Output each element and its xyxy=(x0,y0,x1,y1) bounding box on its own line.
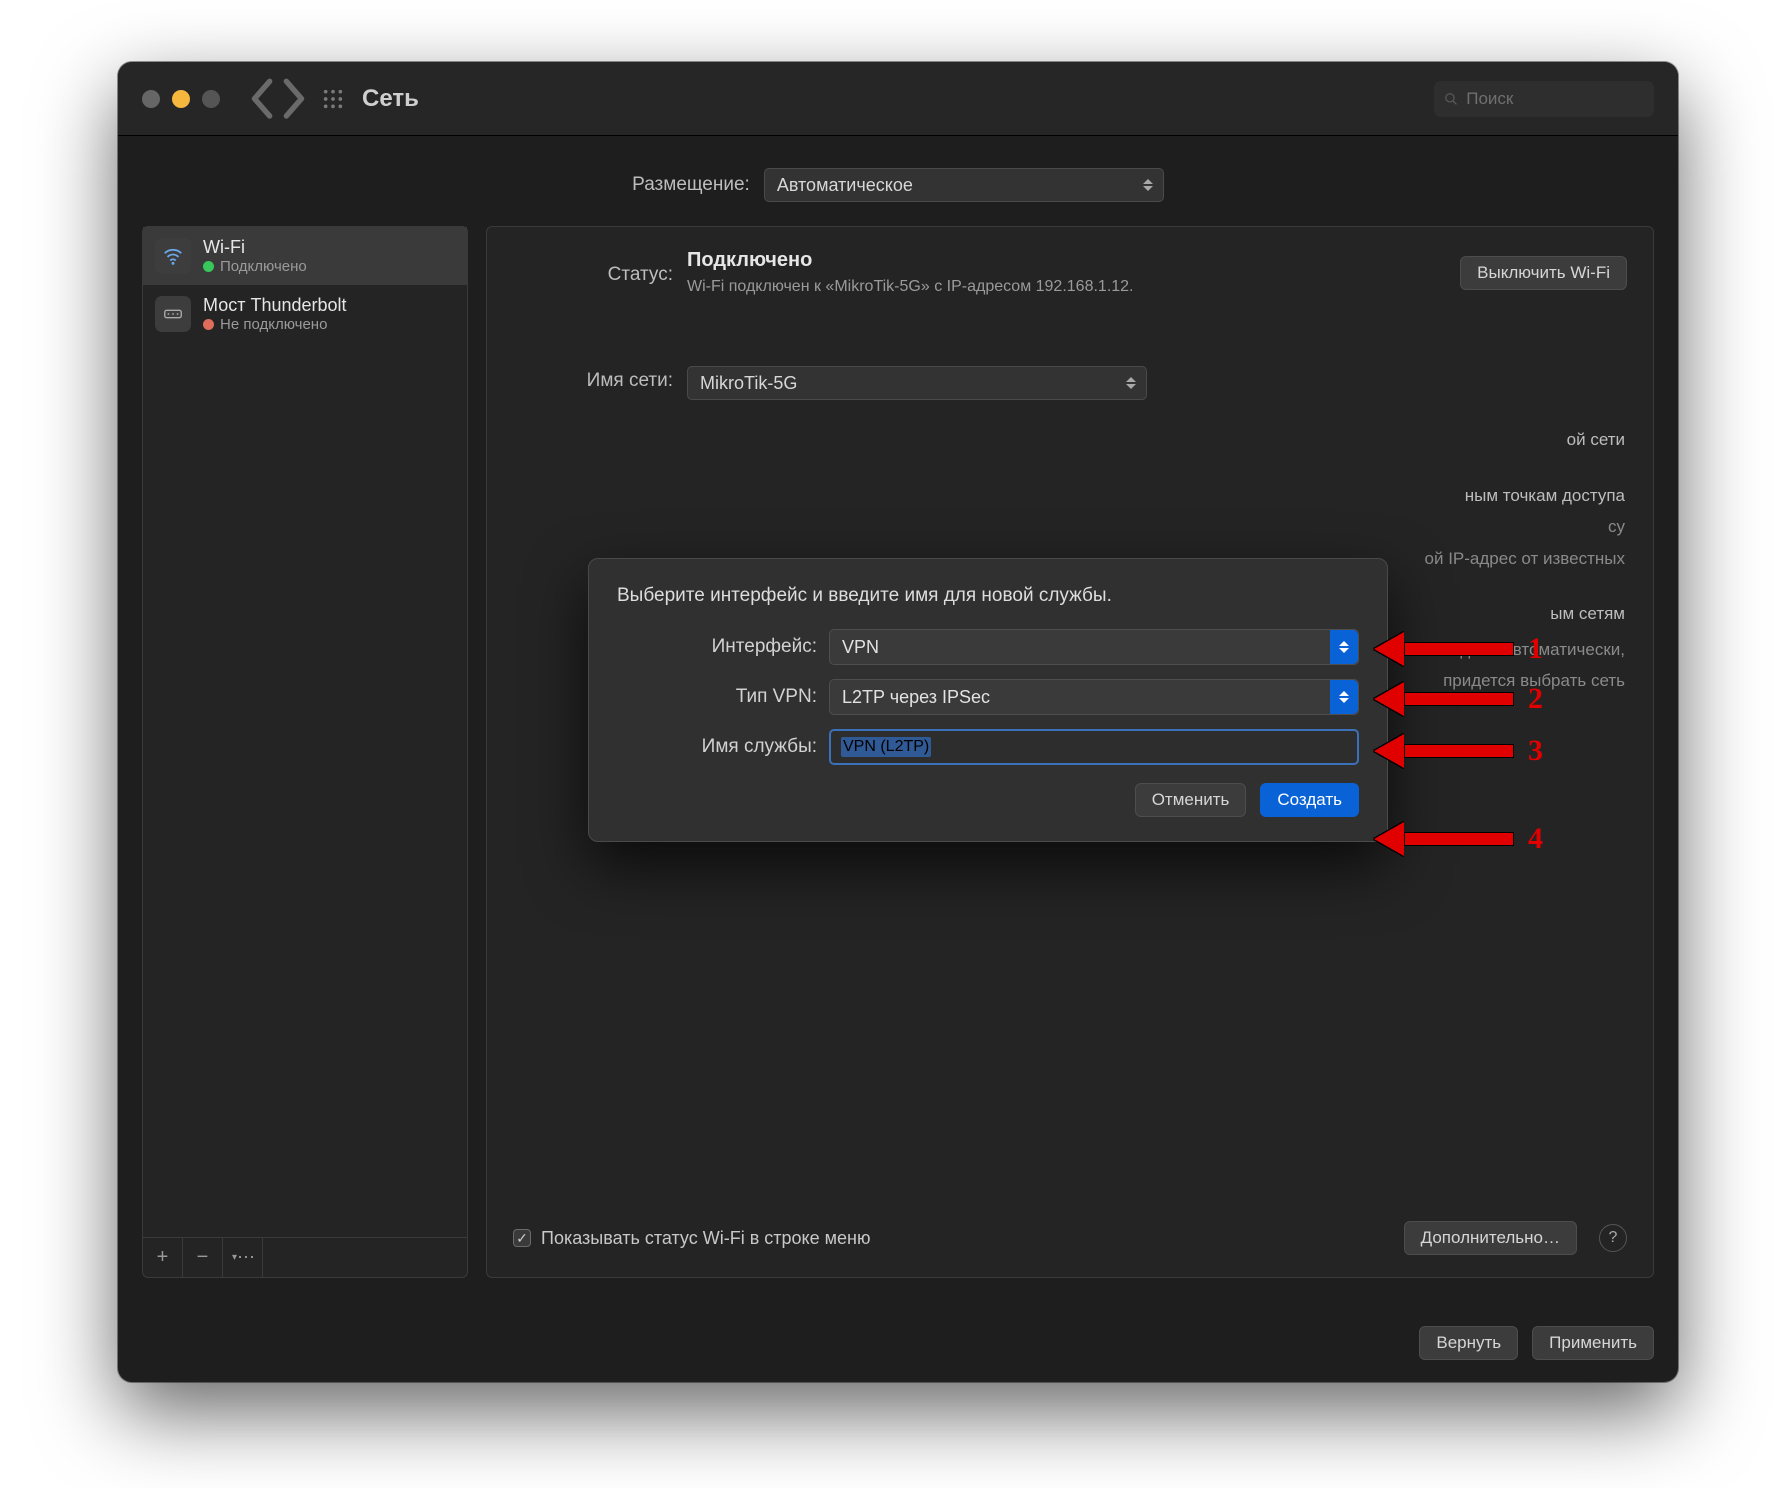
status-row: Статус: Подключено Wi-Fi подключен к «Mi… xyxy=(513,249,1627,296)
location-value: Автоматическое xyxy=(777,175,913,196)
advanced-button[interactable]: Дополнительно… xyxy=(1404,1221,1577,1255)
status-value: Подключено xyxy=(687,249,1446,272)
show-wifi-status-checkbox[interactable]: ✓ xyxy=(513,1229,531,1247)
network-name-value: MikroTik-5G xyxy=(700,373,797,394)
sidebar-bottom-bar: + − ▾ xyxy=(143,1237,467,1277)
network-name-select[interactable]: MikroTik-5G xyxy=(687,366,1147,400)
preferences-window: Сеть Размещение: Автоматическое Wi-Fi xyxy=(118,62,1678,1382)
nav-buttons xyxy=(248,86,308,112)
minimize-window-button[interactable] xyxy=(172,90,190,108)
service-name-value: VPN (L2TP) xyxy=(841,737,931,757)
service-name-row: Имя службы: VPN (L2TP) xyxy=(617,729,1359,765)
network-name-row: Имя сети: MikroTik-5G xyxy=(513,366,1627,400)
sidebar-item-name: Мост Thunderbolt xyxy=(203,295,347,316)
search-input[interactable] xyxy=(1466,89,1644,109)
sidebar-item-name: Wi-Fi xyxy=(203,237,307,258)
service-name-field[interactable]: VPN (L2TP) xyxy=(829,729,1359,765)
turn-off-wifi-button[interactable]: Выключить Wi-Fi xyxy=(1460,256,1627,290)
remove-service-button[interactable]: − xyxy=(183,1238,223,1278)
interface-row: Интерфейс: VPN xyxy=(617,629,1359,665)
search-field[interactable] xyxy=(1434,81,1654,117)
status-label: Статус: xyxy=(513,260,673,286)
interface-label: Интерфейс: xyxy=(617,636,817,658)
show-wifi-status-row: ✓ Показывать статус Wi-Fi в строке меню … xyxy=(513,1221,1627,1255)
sidebar-item-wifi[interactable]: Wi-Fi Подключено xyxy=(143,227,467,285)
thunderbolt-bridge-icon xyxy=(155,296,191,332)
status-dot-icon xyxy=(203,319,214,330)
window-title: Сеть xyxy=(362,85,419,113)
chevron-updown-icon xyxy=(1330,680,1358,714)
sidebar-item-thunderbolt-bridge[interactable]: Мост Thunderbolt Не подключено xyxy=(143,285,467,343)
new-service-sheet: Выберите интерфейс и введите имя для нов… xyxy=(588,558,1388,842)
chevron-updown-icon xyxy=(1330,630,1358,664)
show-wifi-status-label: Показывать статус Wi-Fi в строке меню xyxy=(541,1228,870,1249)
service-actions-button[interactable]: ▾ xyxy=(223,1238,263,1278)
traffic-lights xyxy=(142,90,220,108)
network-name-label: Имя сети: xyxy=(513,366,673,392)
interface-value: VPN xyxy=(842,637,879,658)
vpn-type-row: Тип VPN: L2TP через IPSec xyxy=(617,679,1359,715)
interface-select[interactable]: VPN xyxy=(829,629,1359,665)
location-select[interactable]: Автоматическое xyxy=(764,168,1164,202)
sheet-button-row: Отменить Создать xyxy=(617,783,1359,817)
forward-button[interactable] xyxy=(282,86,308,112)
zoom-window-button[interactable] xyxy=(202,90,220,108)
vpn-type-value: L2TP через IPSec xyxy=(842,687,990,708)
chevron-updown-icon xyxy=(1122,372,1140,394)
close-window-button[interactable] xyxy=(142,90,160,108)
location-row: Размещение: Автоматическое xyxy=(118,136,1678,226)
status-subtext: Wi-Fi подключен к «MikroTik-5G» с IP-адр… xyxy=(687,278,1446,296)
create-button[interactable]: Создать xyxy=(1260,783,1359,817)
status-dot-icon xyxy=(203,261,214,272)
apply-button[interactable]: Применить xyxy=(1532,1326,1654,1360)
chevron-updown-icon xyxy=(1139,174,1157,196)
sheet-message: Выберите интерфейс и введите имя для нов… xyxy=(617,585,1359,607)
service-name-label: Имя службы: xyxy=(617,736,817,758)
vpn-type-label: Тип VPN: xyxy=(617,686,817,708)
titlebar: Сеть xyxy=(118,62,1678,136)
add-service-button[interactable]: + xyxy=(143,1238,183,1278)
cancel-button[interactable]: Отменить xyxy=(1135,783,1247,817)
wifi-icon xyxy=(155,238,191,274)
sidebar-item-status: Не подключено xyxy=(203,316,347,333)
location-label: Размещение: xyxy=(632,174,750,196)
search-icon xyxy=(1444,91,1458,107)
sidebar-item-status: Подключено xyxy=(203,258,307,275)
vpn-type-select[interactable]: L2TP через IPSec xyxy=(829,679,1359,715)
help-button[interactable]: ? xyxy=(1599,1224,1627,1252)
back-button[interactable] xyxy=(248,86,274,112)
service-list: Wi-Fi Подключено Мост Thunderbolt xyxy=(143,227,467,1237)
revert-button[interactable]: Вернуть xyxy=(1419,1326,1518,1360)
service-sidebar: Wi-Fi Подключено Мост Thunderbolt xyxy=(142,226,468,1278)
show-all-icon[interactable] xyxy=(322,88,344,110)
footer-buttons: Вернуть Применить xyxy=(1419,1326,1654,1360)
